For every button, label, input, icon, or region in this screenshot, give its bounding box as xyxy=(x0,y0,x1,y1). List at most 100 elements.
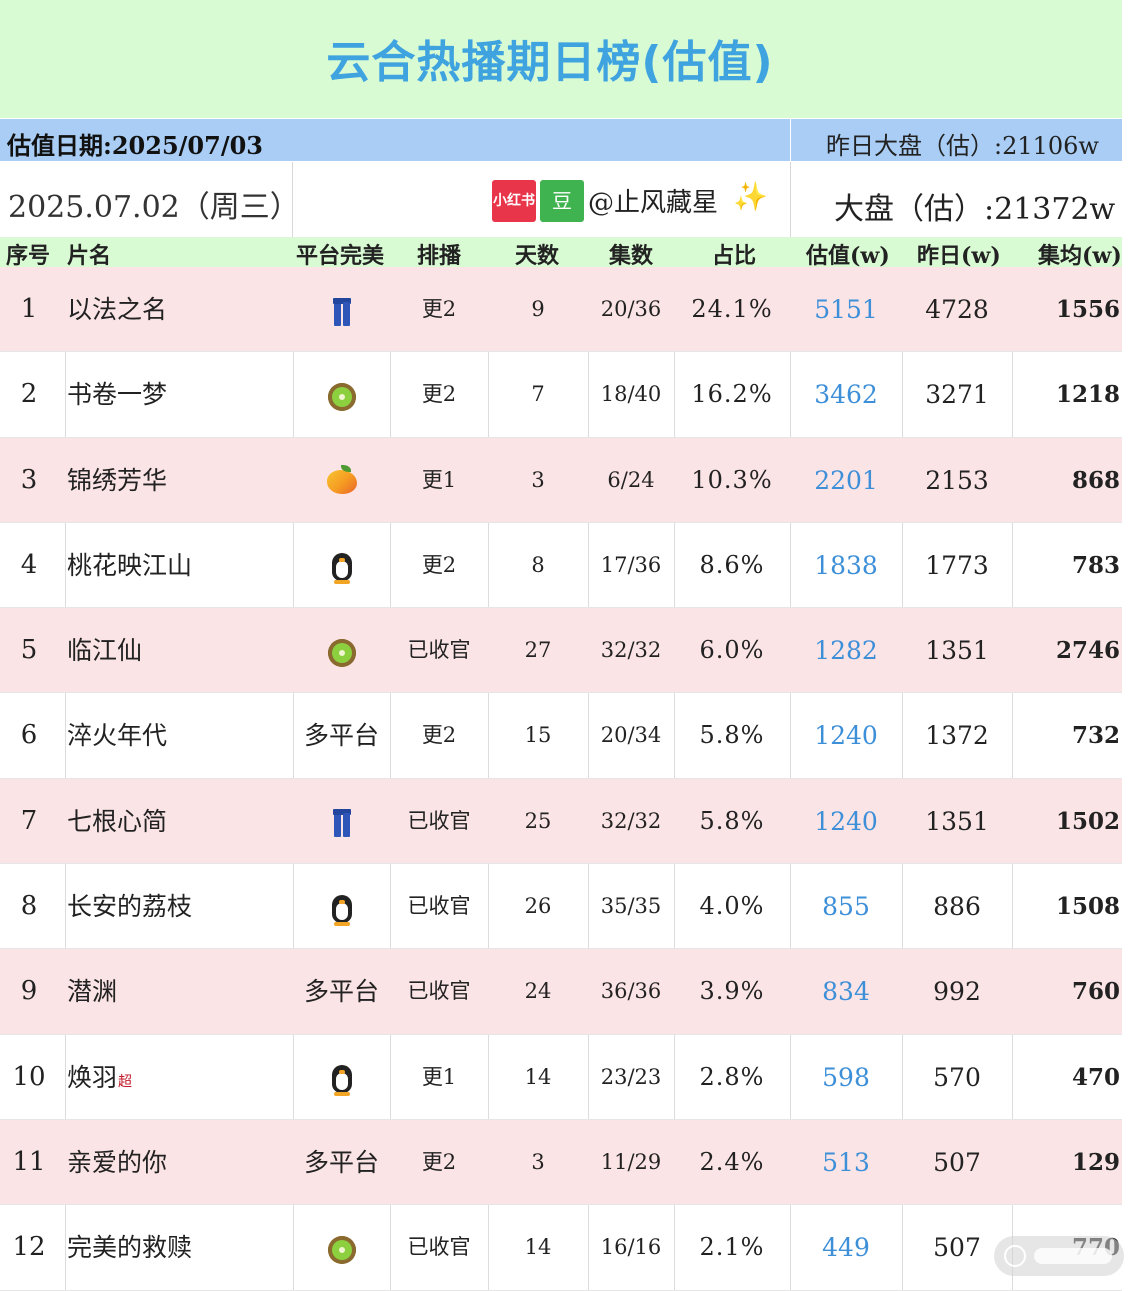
rank-cell: 12 xyxy=(12,1232,46,1263)
header-yesterday: 昨日(w) xyxy=(917,243,1001,269)
share-cell: 24.1% xyxy=(691,295,773,323)
avg-cell: 1502 xyxy=(1055,807,1120,835)
info-divider-left xyxy=(292,162,293,237)
author-handle: @止风藏星 xyxy=(588,188,719,218)
days-cell: 8 xyxy=(531,552,545,577)
table-row: 9 潜渊 多平台 已收官 24 36/36 3.9% 834 992 760 xyxy=(0,949,1122,1035)
episodes-cell: 18/40 xyxy=(600,382,662,407)
table-row: 10 焕羽超 更1 14 23/23 2.8% 598 570 470 xyxy=(0,1034,1122,1120)
share-cell: 5.8% xyxy=(699,721,765,750)
days-cell: 3 xyxy=(531,467,545,492)
yesterday-cell: 886 xyxy=(933,892,981,922)
estimate-cell: 1282 xyxy=(814,636,878,666)
days-cell: 14 xyxy=(524,1064,552,1089)
xiaohongshu-badge-icon: 小红书 xyxy=(492,180,536,222)
header-platform: 平台完美 xyxy=(296,243,385,269)
title-cell: 锦绣芳华 xyxy=(67,438,167,523)
estimate-cell: 855 xyxy=(822,892,870,922)
column-divider xyxy=(65,864,66,949)
platform-cell xyxy=(293,267,390,352)
avg-cell: 2746 xyxy=(1055,637,1120,665)
title-text: 长安的荔枝 xyxy=(67,892,193,922)
platform-cell xyxy=(293,438,390,523)
avg-cell: 1218 xyxy=(1055,381,1120,409)
market-today: 大盘（估）:21372w xyxy=(834,192,1116,227)
platform-cell xyxy=(293,779,390,864)
estimate-cell: 598 xyxy=(822,1062,870,1092)
days-cell: 25 xyxy=(524,808,552,833)
schedule-cell: 更2 xyxy=(421,1149,457,1174)
table-row: 4 桃花映江山 更2 8 17/36 8.6% 1838 1773 783 xyxy=(0,522,1122,609)
kiwi-icon xyxy=(327,638,356,667)
episodes-cell: 17/36 xyxy=(600,552,662,577)
episodes-cell: 32/32 xyxy=(600,638,662,663)
title-text: 完美的救赎 xyxy=(67,1233,193,1263)
schedule-cell: 已收官 xyxy=(407,808,471,833)
days-cell: 15 xyxy=(524,723,552,748)
title-cell: 长安的荔枝 xyxy=(67,864,192,949)
share-cell: 2.4% xyxy=(699,1147,765,1176)
title-band: 云合热播期日榜(估值) xyxy=(0,0,1122,118)
estimate-cell: 2201 xyxy=(814,465,878,495)
episodes-cell: 11/29 xyxy=(600,1149,662,1174)
kiwi-icon xyxy=(327,382,356,411)
title-text: 淬火年代 xyxy=(67,721,168,751)
ranking-table: 1 以法之名 更2 9 20/36 24.1% 5151 4728 1556 2 书卷一梦 更2 7 18… xyxy=(0,267,1122,1291)
title-tag: 超 xyxy=(118,1073,133,1090)
header-estimate: 估值(w) xyxy=(806,243,890,269)
date-band: 估值日期:2025/07/03 昨日大盘（估）:21106w xyxy=(0,119,1122,161)
title-cell: 临江仙 xyxy=(67,608,142,693)
rank-cell: 2 xyxy=(20,379,38,410)
episodes-cell: 35/35 xyxy=(600,894,662,919)
table-row: 8 长安的荔枝 已收官 26 35/35 4.0% 855 886 1508 xyxy=(0,864,1122,950)
broadcast-date: 2025.07.02（周三） xyxy=(8,190,300,225)
column-divider xyxy=(65,352,66,437)
yesterday-market: 昨日大盘（估）:21106w xyxy=(826,132,1099,160)
title-text: 亲爱的你 xyxy=(67,1147,168,1177)
days-cell: 14 xyxy=(524,1235,552,1260)
title-cell: 亲爱的你 xyxy=(67,1120,167,1205)
header-avg: 集均(w) xyxy=(1038,243,1122,269)
jeans-icon xyxy=(332,809,351,838)
estimate-cell: 1240 xyxy=(814,721,878,751)
days-cell: 26 xyxy=(524,894,552,919)
share-cell: 5.8% xyxy=(699,806,765,835)
title-cell: 七根心简 xyxy=(67,779,167,864)
yesterday-cell: 992 xyxy=(933,977,981,1007)
yesterday-cell: 2153 xyxy=(925,465,989,495)
episodes-cell: 6/24 xyxy=(607,467,655,492)
info-divider-right xyxy=(790,162,791,237)
yesterday-cell: 1351 xyxy=(925,806,989,836)
schedule-cell: 已收官 xyxy=(407,1235,471,1260)
watermark xyxy=(994,1236,1124,1276)
penguin-icon xyxy=(331,1065,352,1097)
mango-icon xyxy=(326,465,357,495)
title-text: 焕羽 xyxy=(67,1062,118,1092)
page-title: 云合热播期日榜(估值) xyxy=(326,37,774,88)
title-text: 以法之名 xyxy=(67,295,168,324)
header-days: 天数 xyxy=(515,243,560,269)
column-divider xyxy=(65,1034,66,1119)
episodes-cell: 16/16 xyxy=(600,1235,662,1260)
avg-cell: 783 xyxy=(1071,551,1120,579)
info-row: 2025.07.02（周三） 小红书 豆 @止风藏星 ✨ 大盘（估）:21372… xyxy=(0,162,1122,237)
table-row: 3 锦绣芳华 更1 3 6/24 10.3% 2201 2153 868 xyxy=(0,437,1122,523)
estimate-cell: 3462 xyxy=(814,380,878,410)
platform-cell xyxy=(293,352,390,437)
schedule-cell: 已收官 xyxy=(407,638,471,663)
platform-cell xyxy=(293,608,390,693)
title-text: 锦绣芳华 xyxy=(67,465,168,495)
date-band-divider xyxy=(790,119,791,161)
title-cell: 书卷一梦 xyxy=(67,352,167,437)
rank-cell: 9 xyxy=(20,976,38,1007)
header-share: 占比 xyxy=(712,243,757,269)
rank-cell: 10 xyxy=(12,1061,46,1092)
title-text: 七根心简 xyxy=(67,806,168,836)
rank-cell: 6 xyxy=(20,720,38,751)
rank-cell: 5 xyxy=(20,635,38,666)
table-row: 2 书卷一梦 更2 7 18/40 16.2% 3462 3271 1218 xyxy=(0,352,1122,438)
avg-cell: 868 xyxy=(1071,466,1120,494)
platform-cell: 多平台 xyxy=(303,977,379,1007)
avg-cell: 470 xyxy=(1071,1063,1120,1091)
title-cell: 完美的救赎 xyxy=(67,1205,192,1290)
